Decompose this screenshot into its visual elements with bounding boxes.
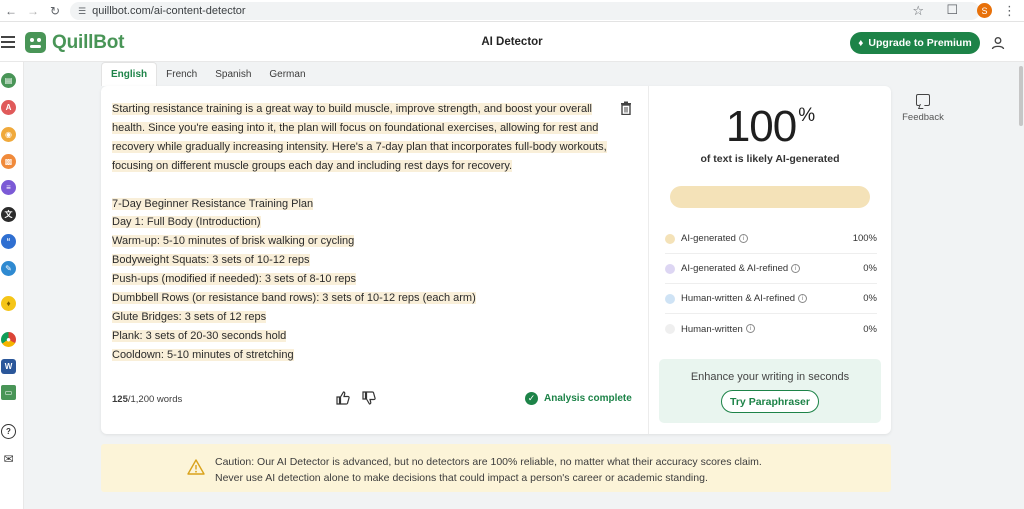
browser-profile-avatar[interactable]: S xyxy=(977,3,992,18)
thumbs-up-icon[interactable] xyxy=(336,391,350,405)
plagiarism-checker-icon[interactable]: ▩ xyxy=(1,154,16,169)
word-addin-icon[interactable]: W xyxy=(1,359,16,374)
trash-icon[interactable] xyxy=(620,101,632,115)
desktop-app-icon[interactable]: ▭ xyxy=(1,385,16,400)
detector-card: Starting resistance training is a great … xyxy=(101,86,891,434)
legend-label: AI-generated xyxy=(681,233,736,244)
upgrade-premium-button[interactable]: ♦ Upgrade to Premium xyxy=(850,32,980,54)
ai-percent-sign: % xyxy=(798,105,815,126)
legend-value: 0% xyxy=(863,293,877,304)
try-paraphraser-button[interactable]: Try Paraphraser xyxy=(721,390,819,413)
feedback-button[interactable]: Feedback xyxy=(900,94,946,123)
info-icon[interactable]: i xyxy=(798,293,808,303)
ai-percent-label: of text is likely AI-generated xyxy=(700,153,840,165)
paraphraser-icon[interactable]: ▤ xyxy=(1,73,16,88)
result-distribution-bar xyxy=(670,186,870,208)
extensions-icon[interactable]: ☐ xyxy=(946,2,958,18)
diamond-icon: ♦ xyxy=(858,37,864,49)
ai-percent-score: 100% xyxy=(649,102,891,152)
caution-line-2: Never use AI detection alone to make dec… xyxy=(215,472,708,484)
page-scrollbar[interactable] xyxy=(1018,62,1024,509)
legend-row-ai-generated: AI-generated i 100% xyxy=(665,224,877,254)
forward-icon[interactable]: → xyxy=(22,0,44,22)
text-line: Bodyweight Squats: 3 sets of 10-12 reps xyxy=(112,254,310,267)
ai-percent-value: 100 xyxy=(725,102,797,151)
legend-label: Human-written xyxy=(681,323,743,335)
word-count-value: 125 xyxy=(112,394,128,405)
address-bar[interactable]: ☰ quillbot.com/ai-content-detector xyxy=(70,2,980,20)
site-info-icon[interactable]: ☰ xyxy=(78,6,86,17)
back-icon[interactable]: ← xyxy=(0,0,22,22)
app-header: QuillBot AI Detector ♦ Upgrade to Premiu… xyxy=(0,22,1024,62)
help-icon[interactable]: ? xyxy=(1,424,16,439)
account-icon[interactable] xyxy=(991,36,1005,50)
analysis-status: ✓ Analysis complete xyxy=(525,392,632,405)
tab-english[interactable]: English xyxy=(101,62,158,86)
mail-icon[interactable]: ✉ xyxy=(1,451,16,466)
input-text-area[interactable]: Starting resistance training is a great … xyxy=(112,100,620,365)
check-icon: ✓ xyxy=(525,392,538,405)
text-line: Glute Bridges: 3 sets of 12 reps xyxy=(112,310,267,323)
url-text: quillbot.com/ai-content-detector xyxy=(92,5,246,17)
legend-value: 0% xyxy=(863,323,877,335)
text-line: Warm-up: 5-10 minutes of brisk walking o… xyxy=(112,235,355,248)
caution-banner: Caution: Our AI Detector is advanced, bu… xyxy=(101,444,891,492)
word-limit: /1,200 words xyxy=(127,394,183,405)
summarizer-icon[interactable]: ≡ xyxy=(1,180,16,195)
text-line: 7-Day Beginner Resistance Training Plan xyxy=(112,197,314,210)
grammar-checker-icon[interactable]: A xyxy=(1,100,16,115)
legend-swatch xyxy=(665,263,675,274)
legend-row-human-ai-refined: Human-written & AI-refined i 0% xyxy=(665,284,877,314)
text-line: Plank: 3 sets of 20-30 seconds hold xyxy=(112,329,287,342)
reload-icon[interactable]: ↻ xyxy=(44,0,66,22)
premium-diamond-icon[interactable]: ♦ xyxy=(1,296,16,311)
analysis-status-label: Analysis complete xyxy=(544,393,632,404)
translator-icon[interactable]: 文 xyxy=(1,207,16,222)
thumbs-down-icon[interactable] xyxy=(362,391,376,405)
legend-label: Human-written & AI-refined xyxy=(681,293,796,304)
caution-line-1: Caution: Our AI Detector is advanced, bu… xyxy=(215,456,762,468)
caution-text: Caution: Our AI Detector is advanced, bu… xyxy=(215,454,875,486)
text-line: Push-ups (modified if needed): 3 sets of… xyxy=(112,273,356,286)
browser-menu-icon[interactable]: ⋮ xyxy=(1003,3,1016,19)
upgrade-premium-label: Upgrade to Premium xyxy=(868,37,972,49)
warning-icon xyxy=(187,459,205,475)
ai-detector-icon[interactable]: ◉ xyxy=(1,127,16,142)
legend-row-ai-refined: AI-generated & AI-refined i 0% xyxy=(665,254,877,284)
legend-swatch xyxy=(665,293,675,304)
text-line: Dumbbell Rows (or resistance band rows):… xyxy=(112,292,476,305)
legend-value: 100% xyxy=(852,233,877,244)
legend-row-human-written: Human-written i 0% xyxy=(665,314,877,344)
tab-french[interactable]: French xyxy=(157,62,206,86)
browser-toolbar: ← → ↻ ☰ quillbot.com/ai-content-detector… xyxy=(0,0,1024,22)
info-icon[interactable]: i xyxy=(745,324,755,334)
chrome-extension-icon[interactable]: ● xyxy=(1,332,16,347)
enhance-promo: Enhance your writing in seconds Try Para… xyxy=(659,359,881,423)
info-icon[interactable]: i xyxy=(791,263,801,273)
legend-swatch xyxy=(665,324,675,334)
tab-german[interactable]: German xyxy=(260,62,314,86)
highlighted-paragraph: Starting resistance training is a great … xyxy=(112,103,607,172)
bookmark-star-icon[interactable]: ☆ xyxy=(912,3,924,19)
scrollbar-thumb[interactable] xyxy=(1019,66,1023,126)
tab-spanish[interactable]: Spanish xyxy=(206,62,260,86)
enhance-text: Enhance your writing in seconds xyxy=(690,371,850,383)
citation-generator-icon[interactable]: “ xyxy=(1,234,16,249)
feedback-icon xyxy=(916,94,930,106)
legend-label: AI-generated & AI-refined xyxy=(681,263,789,274)
text-line: Cooldown: 5-10 minutes of stretching xyxy=(112,348,294,361)
word-count: 125/1,200 words xyxy=(112,394,182,405)
legend-swatch xyxy=(665,233,675,244)
legend-value: 0% xyxy=(863,263,877,274)
ai-writer-icon[interactable]: ✎ xyxy=(1,261,16,276)
language-tabs: English French Spanish German xyxy=(101,62,315,86)
tools-sidebar: ▤ A ◉ ▩ ≡ 文 “ ✎ ♦ ● W ▭ ? ✉ xyxy=(0,62,24,509)
feedback-label: Feedback xyxy=(902,112,944,123)
info-icon[interactable]: i xyxy=(738,233,748,243)
text-line: Day 1: Full Body (Introduction) xyxy=(112,216,261,229)
